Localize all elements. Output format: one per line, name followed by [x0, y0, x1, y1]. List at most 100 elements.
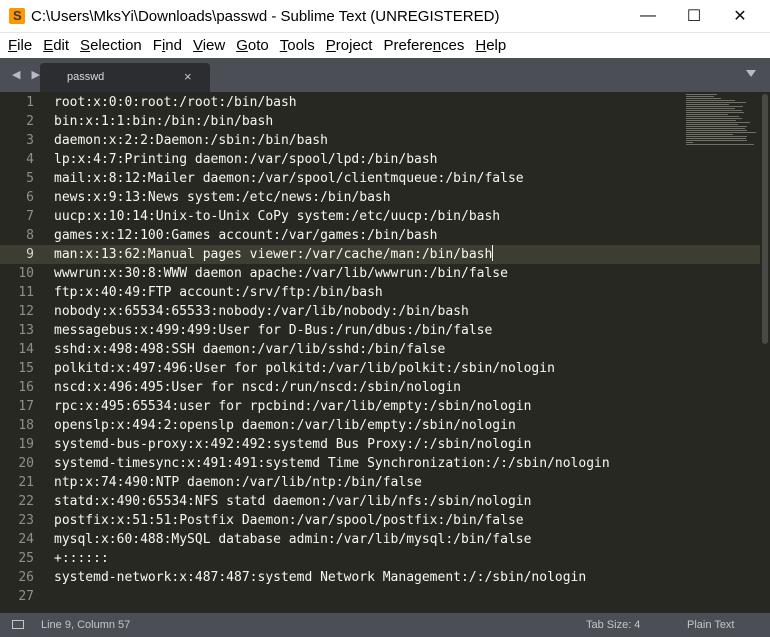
minimap-line	[686, 128, 745, 129]
title-bar: C:\Users\MksYi\Downloads\passwd - Sublim…	[0, 0, 770, 33]
minimap-line	[686, 132, 756, 133]
maximize-button[interactable]: ☐	[671, 0, 717, 32]
tab-bar: ◀ ▶ passwd ×	[0, 58, 770, 92]
line-number: 11	[18, 285, 34, 300]
menu-item[interactable]: Find	[153, 37, 182, 54]
panel-toggle-icon[interactable]	[12, 620, 24, 629]
minimap-line	[686, 122, 750, 123]
line-number: 3	[26, 133, 34, 148]
code-line[interactable]: bin:x:1:1:bin:/bin:/bin/bash	[54, 112, 273, 131]
minimap-line	[686, 102, 746, 103]
line-number: 2	[26, 114, 34, 129]
line-number: 27	[18, 589, 34, 604]
code-line[interactable]: systemd-bus-proxy:x:492:492:systemd Bus …	[54, 435, 531, 454]
code-line[interactable]: root:x:0:0:root:/root:/bin/bash	[54, 93, 297, 112]
minimap-line	[686, 94, 717, 95]
vertical-scrollbar[interactable]	[760, 92, 770, 613]
minimap[interactable]	[686, 94, 760, 146]
code-line[interactable]: games:x:12:100:Games account:/var/games:…	[54, 226, 438, 245]
line-number: 17	[18, 399, 34, 414]
minimap-line	[686, 116, 739, 117]
menu-item[interactable]: Selection	[80, 37, 142, 54]
code-line[interactable]: statd:x:490:65534:NFS statd daemon:/var/…	[54, 492, 531, 511]
menu-item[interactable]: View	[193, 37, 225, 54]
minimap-line	[686, 124, 738, 125]
menu-item[interactable]: Tools	[280, 37, 315, 54]
minimap-line	[686, 112, 744, 113]
code-line[interactable]: sshd:x:498:498:SSH daemon:/var/lib/sshd:…	[54, 340, 445, 359]
minimap-line	[686, 120, 736, 121]
line-number: 14	[18, 342, 34, 357]
editor-area[interactable]: 1 2 3 4 5 6 7 8 9 10 11 12 13 14 15 16 17 18 19 20 21 22 23 24 2…	[0, 92, 770, 613]
code-line[interactable]: daemon:x:2:2:Daemon:/sbin:/bin/bash	[54, 131, 328, 150]
minimize-button[interactable]: —	[625, 0, 671, 32]
code-line[interactable]: ftp:x:40:49:FTP account:/srv/ftp:/bin/ba…	[54, 283, 383, 302]
code-line[interactable]: uucp:x:10:14:Unix-to-Unix CoPy system:/e…	[54, 207, 500, 226]
minimap-line	[686, 104, 729, 105]
tab-size-indicator[interactable]: Tab Size: 4	[586, 619, 640, 631]
code-line[interactable]: man:x:13:62:Manual pages viewer:/var/cac…	[54, 245, 494, 264]
line-number: 6	[26, 190, 34, 205]
minimap-line	[686, 140, 747, 141]
code-line[interactable]: nscd:x:496:495:User for nscd:/run/nscd:/…	[54, 378, 461, 397]
line-number: 15	[18, 361, 34, 376]
minimap-line	[686, 130, 747, 131]
menu-item[interactable]: Preferences	[383, 37, 464, 54]
line-number: 12	[18, 304, 34, 319]
menu-item[interactable]: Edit	[43, 37, 69, 54]
line-number: 25	[18, 551, 34, 566]
minimap-line	[686, 96, 714, 97]
minimap-line	[686, 136, 747, 137]
minimap-line	[686, 138, 746, 139]
code-line[interactable]: mail:x:8:12:Mailer daemon:/var/spool/cli…	[54, 169, 524, 188]
menu-item[interactable]: Help	[475, 37, 506, 54]
menu-item[interactable]: Project	[326, 37, 373, 54]
line-number: 26	[18, 570, 34, 585]
code-line[interactable]: openslp:x:494:2:openslp daemon:/var/lib/…	[54, 416, 516, 435]
syntax-indicator[interactable]: Plain Text	[687, 619, 735, 631]
line-number: 18	[18, 418, 34, 433]
code-line[interactable]: +::::::	[54, 549, 109, 568]
menu-item[interactable]: Goto	[236, 37, 269, 54]
line-number: 7	[26, 209, 34, 224]
line-number: 4	[26, 152, 34, 167]
code-line[interactable]: lp:x:4:7:Printing daemon:/var/spool/lpd:…	[54, 150, 438, 169]
line-number: 23	[18, 513, 34, 528]
line-number: 19	[18, 437, 34, 452]
line-number: 8	[26, 228, 34, 243]
minimap-line	[686, 98, 721, 99]
code-line[interactable]: polkitd:x:497:496:User for polkitd:/var/…	[54, 359, 555, 378]
scrollbar-thumb[interactable]	[762, 94, 768, 344]
minimap-line	[686, 110, 742, 111]
line-number: 9	[26, 247, 34, 262]
close-button[interactable]: ✕	[717, 0, 763, 32]
code-line[interactable]: news:x:9:13:News system:/etc/news:/bin/b…	[54, 188, 391, 207]
minimap-line	[686, 126, 747, 127]
minimap-line	[686, 134, 733, 135]
menu-bar: File Edit Selection Find View Goto Tools Projec…	[0, 33, 770, 57]
code-line[interactable]: nobody:x:65534:65533:nobody:/var/lib/nob…	[54, 302, 469, 321]
line-number: 13	[18, 323, 34, 338]
menu-item[interactable]: File	[8, 37, 32, 54]
tab-passwd[interactable]: passwd ×	[40, 63, 210, 92]
tab-dropdown-icon[interactable]	[746, 70, 756, 77]
text-caret	[492, 245, 494, 261]
minimap-line	[686, 142, 693, 143]
code-line[interactable]: systemd-timesync:x:491:491:systemd Time …	[54, 454, 610, 473]
sublime-text-app-icon	[9, 8, 25, 24]
code-line[interactable]: messagebus:x:499:499:User for D-Bus:/run…	[54, 321, 492, 340]
code-line[interactable]: wwwrun:x:30:8:WWW daemon apache:/var/lib…	[54, 264, 508, 283]
tab-close-icon[interactable]: ×	[184, 69, 192, 84]
code-line[interactable]: rpc:x:495:65534:user for rpcbind:/var/li…	[54, 397, 531, 416]
code-line[interactable]: mysql:x:60:488:MySQL database admin:/var…	[54, 530, 531, 549]
code-line[interactable]: postfix:x:51:51:Postfix Daemon:/var/spoo…	[54, 511, 524, 530]
minimap-line	[686, 114, 728, 115]
line-number: 24	[18, 532, 34, 547]
code-line[interactable]: systemd-network:x:487:487:systemd Networ…	[54, 568, 586, 587]
cursor-position: Line 9, Column 57	[41, 619, 131, 631]
tab-label: passwd	[67, 71, 105, 83]
code-line[interactable]: ntp:x:74:490:NTP daemon:/var/lib/ntp:/bi…	[54, 473, 422, 492]
line-number: 21	[18, 475, 34, 490]
window-title: C:\Users\MksYi\Downloads\passwd - Sublim…	[31, 8, 500, 25]
status-bar: Line 9, Column 57 Tab Size: 4 Plain Text	[0, 613, 770, 637]
